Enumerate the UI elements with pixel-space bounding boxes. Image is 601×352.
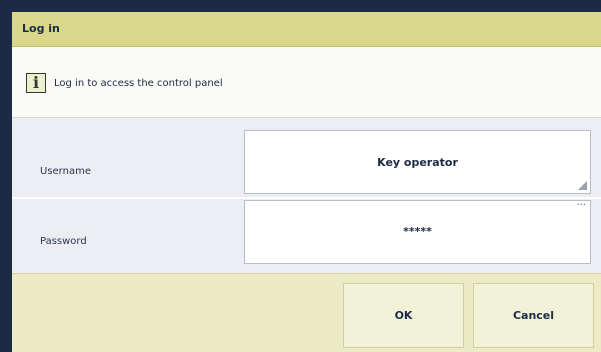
more-options-icon[interactable]: ... — [576, 197, 586, 208]
dialog-footer: OK Cancel — [12, 273, 601, 352]
info-banner: i Log in to access the control panel — [12, 47, 601, 118]
dialog-titlebar: Log in — [12, 12, 601, 47]
password-label: Password — [40, 236, 87, 247]
info-icon-glyph: i — [32, 73, 40, 92]
dialog-title: Log in — [22, 22, 60, 35]
login-dialog: Log in i Log in to access the control pa… — [12, 12, 601, 352]
row-divider — [12, 197, 601, 199]
ok-button[interactable]: OK — [343, 283, 464, 348]
info-message: Log in to access the control panel — [54, 78, 223, 89]
cancel-button[interactable]: Cancel — [473, 283, 594, 348]
username-label: Username — [40, 166, 91, 177]
screen-frame: Log in i Log in to access the control pa… — [0, 0, 601, 352]
resize-grip-icon — [578, 181, 587, 190]
password-value: ***** — [403, 225, 432, 238]
username-value: Key operator — [377, 156, 458, 169]
username-field[interactable]: Key operator — [244, 130, 591, 194]
password-field[interactable]: ... ***** — [244, 197, 591, 264]
info-icon: i — [26, 73, 46, 93]
login-form: Username Key operator Password ... ***** — [12, 118, 601, 273]
